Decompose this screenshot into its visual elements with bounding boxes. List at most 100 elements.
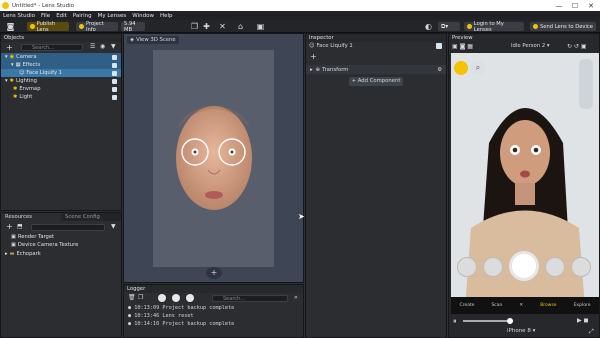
filter-icon[interactable]: ▼: [111, 223, 116, 230]
scrubber-track[interactable]: [463, 320, 513, 322]
add-to-scene-button[interactable]: +: [206, 267, 222, 279]
tools-icon[interactable]: ✕: [218, 22, 227, 31]
preview-bottom-bar: Create Scan ✕ Browse Explore: [451, 297, 599, 314]
add-component-button[interactable]: + Add Component: [349, 77, 403, 86]
lens-carousel-item[interactable]: [571, 257, 591, 277]
logger-panel: Logger 🗑 ❐ Search... » ● 10:13:09 Projec…: [123, 284, 304, 338]
copy-icon[interactable]: ❐: [138, 294, 143, 301]
record-icon[interactable]: ▶ ◼: [577, 317, 589, 324]
transform-section[interactable]: ▸ ⊕ Transform ⚙: [306, 65, 446, 74]
lens-carousel-item[interactable]: [457, 257, 477, 277]
publish-lens-button[interactable]: Publish Lens: [27, 21, 69, 33]
device-select[interactable]: iPhone 8 ▾: [507, 328, 535, 334]
resources-panel: Resources Scene Config + ⬒ ▼ ▣ Render Tar…: [0, 212, 122, 338]
camera-object-icon: ◉: [9, 54, 15, 60]
close-lens-icon[interactable]: ✕: [519, 303, 523, 308]
add-friend-icon[interactable]: [561, 61, 575, 75]
object-effects[interactable]: ▾ ▦ Effects: [1, 61, 121, 69]
close-button[interactable]: ✕: [583, 0, 599, 11]
create-tab[interactable]: Create: [460, 303, 475, 308]
lens-carousel-item[interactable]: [545, 257, 565, 277]
warning-filter-icon[interactable]: [172, 294, 180, 302]
camera-texture-icon: ▣: [11, 242, 16, 248]
inspector-object-name: ☺ Face Liquify 1: [309, 43, 353, 49]
search-icon[interactable]: ⌕: [471, 61, 485, 75]
import-icon[interactable]: ⬒: [17, 223, 23, 230]
error-filter-icon[interactable]: [186, 294, 194, 302]
refresh-icon[interactable]: ↻ ↺ ▣: [567, 43, 587, 50]
log-line: ● 10:13:09 Project backup complete: [128, 305, 235, 311]
menu-window[interactable]: Window: [132, 13, 154, 19]
menu-edit[interactable]: Edit: [56, 13, 67, 19]
copy-icon[interactable]: ❐: [190, 22, 199, 31]
visibility-checkbox[interactable]: [112, 78, 117, 84]
scan-tab[interactable]: Scan: [491, 303, 502, 308]
logger-title: Logger: [124, 285, 303, 293]
menu-my-lenses[interactable]: My Lenses: [98, 13, 127, 19]
eye-icon[interactable]: ◉: [100, 43, 105, 50]
menu-help[interactable]: Help: [160, 13, 173, 19]
info-filter-icon[interactable]: [158, 294, 166, 302]
visibility-checkbox[interactable]: [112, 70, 117, 76]
add-resource-button[interactable]: +: [6, 222, 13, 231]
lips: [205, 191, 223, 199]
objects-search-input[interactable]: Search...: [21, 44, 83, 51]
menu-pairing[interactable]: Pairing: [73, 13, 92, 19]
inspector-title: Inspector: [306, 34, 446, 42]
pause-icon[interactable]: ⏸: [453, 317, 457, 326]
fullscreen-icon[interactable]: ⤢: [589, 328, 594, 336]
menu-lens-studio[interactable]: Lens Studio: [3, 13, 35, 19]
resources-tab[interactable]: Resources: [1, 213, 59, 221]
bitmoji-icon[interactable]: [454, 61, 468, 75]
scene-config-tab[interactable]: Scene Config: [61, 213, 121, 221]
object-face-liquify[interactable]: ☺ Face Liquify 1: [1, 69, 121, 77]
minimize-button[interactable]: —: [551, 0, 567, 11]
object-light[interactable]: ✱ Light: [1, 93, 121, 101]
filter-icon[interactable]: ▼: [111, 43, 116, 50]
resource-render-target[interactable]: ▣ Render Target: [1, 233, 121, 241]
face-icon: ☺: [309, 43, 315, 49]
enabled-checkbox[interactable]: [436, 43, 442, 49]
browse-tab[interactable]: Browse: [540, 303, 556, 308]
explore-tab[interactable]: Explore: [574, 303, 591, 308]
objects-title: Objects: [1, 34, 121, 42]
visibility-checkbox[interactable]: [112, 94, 117, 100]
object-camera[interactable]: ▾ ◉ Camera: [1, 53, 121, 61]
device-select-button[interactable]: ⧉▾: [438, 22, 460, 31]
objects-panel: Objects + Search... ☰ ◉ ▼ ▾ ◉ Camera ▾ ▦ Eff…: [0, 33, 122, 211]
menu-file[interactable]: File: [41, 13, 50, 19]
lens-carousel-item[interactable]: [483, 257, 503, 277]
object-envmap[interactable]: ✱ Envmap: [1, 85, 121, 93]
dark-mode-icon[interactable]: ◐: [424, 22, 433, 31]
cube-icon: ◈: [130, 37, 135, 43]
add-object-button[interactable]: +: [6, 43, 13, 52]
send-lens-button[interactable]: Send Lens to Device: [530, 22, 596, 31]
trash-icon[interactable]: 🗑: [128, 294, 136, 301]
home-icon[interactable]: ⌂: [236, 22, 245, 31]
camera-icon[interactable]: ◙: [6, 22, 15, 31]
side-controls[interactable]: [579, 59, 593, 109]
object-lighting[interactable]: ▾ ✱ Lighting: [1, 77, 121, 85]
logger-search-input[interactable]: Search...: [212, 295, 288, 302]
add-icon[interactable]: +: [310, 52, 317, 61]
view-3d-scene-button[interactable]: ◈ View 3D Scene: [127, 36, 179, 44]
person-select[interactable]: Idle Person 2 ▾: [511, 43, 550, 49]
puzzle-icon[interactable]: ✚: [202, 22, 211, 31]
visibility-checkbox[interactable]: [112, 54, 117, 60]
resource-device-camera-texture[interactable]: ▣ Device Camera Texture: [1, 241, 121, 249]
resources-search-input[interactable]: [31, 224, 105, 231]
resource-echopark[interactable]: ▸ ▬ Echopark: [1, 250, 121, 258]
capture-button[interactable]: [509, 251, 539, 281]
maximize-button[interactable]: ☐: [567, 0, 583, 11]
frame-icon[interactable]: ▣: [256, 22, 265, 31]
visibility-checkbox[interactable]: [112, 86, 117, 92]
project-info-button[interactable]: Project Info: [76, 21, 118, 33]
scrubber-handle[interactable]: [507, 318, 513, 324]
login-button[interactable]: Login to My Lenses: [464, 21, 524, 33]
folder-icon: ▬: [9, 251, 15, 257]
list-icon[interactable]: ☰: [90, 43, 95, 50]
visibility-checkbox[interactable]: [112, 62, 117, 68]
collapse-icon[interactable]: »: [294, 294, 298, 301]
camera-mode-icon[interactable]: ▣ ◙ ▦: [452, 43, 473, 50]
scene-viewport[interactable]: ◈ View 3D Scene +: [123, 33, 304, 283]
